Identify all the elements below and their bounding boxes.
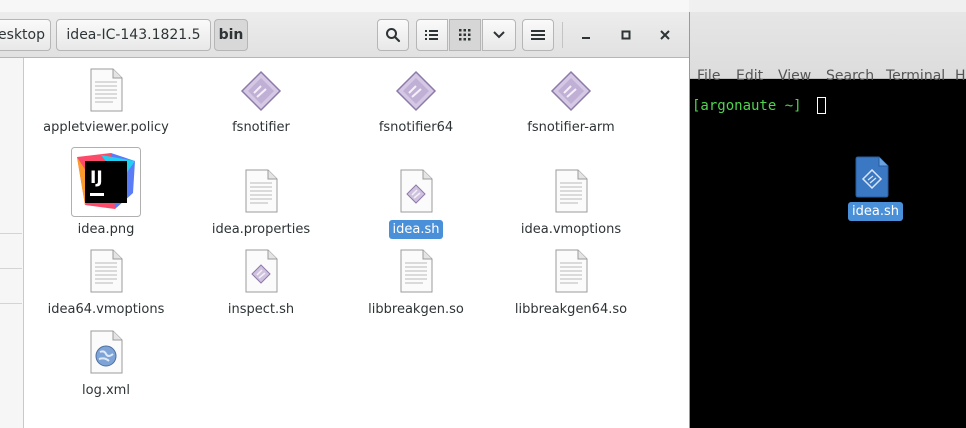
sidebar-divider [0,233,22,234]
file-manager-window: Desktop idea-IC-143.1821.5 bin [0,12,690,428]
desktop-icon-label[interactable]: idea.sh [848,202,903,221]
text-file-icon [400,249,433,293]
header-bar: Desktop idea-IC-143.1821.5 bin [0,12,689,58]
file-name: log.xml [82,383,130,398]
file-name: idea.sh [388,220,444,239]
file-name: libbreakgen64.so [514,302,628,317]
text-file-icon [555,169,588,213]
terminal-menubar: File Edit View Search Terminal Help [689,12,966,84]
close-button[interactable] [656,26,674,44]
svg-text:IJ: IJ [90,168,103,188]
file-name: fsnotifier-arm [527,120,615,135]
text-file-icon [555,249,588,293]
menu-view[interactable]: View [778,68,811,84]
executable-icon [240,70,282,112]
chevron-down-icon [493,31,505,39]
file-item[interactable]: IJ idea.png [31,147,181,237]
file-name: idea.png [77,222,135,237]
desktop-script-file-icon[interactable] [852,155,892,199]
grid-view-icon [459,29,471,41]
file-item[interactable]: idea64.vmoptions [31,249,181,339]
minimize-icon [582,37,590,39]
view-options-button[interactable] [482,19,516,51]
menu-file[interactable]: File [697,68,720,84]
menu-button[interactable] [522,19,554,51]
file-item[interactable]: log.xml [31,330,181,420]
breadcrumb-idea-folder[interactable]: idea-IC-143.1821.5 [56,19,211,51]
script-file-icon [400,169,433,213]
text-file-icon [90,68,123,112]
close-icon [660,30,670,40]
minimize-button[interactable] [577,26,595,44]
list-view-icon [425,30,438,40]
terminal-cursor [817,97,826,114]
file-item-selected[interactable]: idea.sh [341,147,491,239]
menu-help[interactable]: Help [955,68,966,84]
file-name: appletviewer.policy [43,120,169,135]
terminal-top-strip [689,0,966,12]
menu-terminal[interactable]: Terminal [886,68,945,84]
file-name: fsnotifier64 [378,120,454,135]
menu-search[interactable]: Search [826,68,874,84]
file-name: idea.vmoptions [520,222,622,237]
terminal-prompt: [argonaute ~] [692,98,811,114]
sidebar-divider [0,303,22,304]
file-item[interactable]: libbreakgen.so [341,249,491,339]
terminal-window[interactable]: File Edit View Search Terminal Help [arg… [689,0,966,428]
search-button[interactable] [377,19,409,51]
maximize-button[interactable] [617,26,635,44]
text-file-icon [245,169,278,213]
text-file-icon [90,249,123,293]
file-item[interactable]: fsnotifier [186,66,336,156]
search-icon [386,28,401,43]
file-item[interactable]: idea.vmoptions [496,147,646,237]
list-view-button[interactable] [416,19,448,51]
header-separator [562,22,563,48]
file-name: idea.properties [211,222,311,237]
xml-file-icon [90,330,123,374]
maximize-icon [621,30,631,40]
menu-edit[interactable]: Edit [736,68,763,84]
file-name: inspect.sh [227,302,295,317]
file-item[interactable]: libbreakgen64.so [496,249,646,339]
file-item[interactable]: fsnotifier64 [341,66,491,156]
executable-icon [550,70,592,112]
breadcrumb-bin[interactable]: bin [214,19,248,51]
file-item[interactable]: idea.properties [186,147,336,237]
file-name: fsnotifier [232,120,290,135]
hamburger-icon [531,30,545,40]
script-file-icon [245,249,278,293]
file-item[interactable]: inspect.sh [186,249,336,339]
file-item[interactable]: appletviewer.policy [31,66,181,156]
executable-icon [395,70,437,112]
file-item[interactable]: fsnotifier-arm [496,66,646,156]
grid-view-button[interactable] [449,19,481,51]
file-name: libbreakgen.so [368,302,464,317]
places-sidebar[interactable] [0,58,24,428]
file-name: idea64.vmoptions [47,302,165,317]
sidebar-divider [0,268,22,269]
breadcrumb-desktop[interactable]: Desktop [0,19,51,51]
intellij-image-icon: IJ [71,147,141,217]
